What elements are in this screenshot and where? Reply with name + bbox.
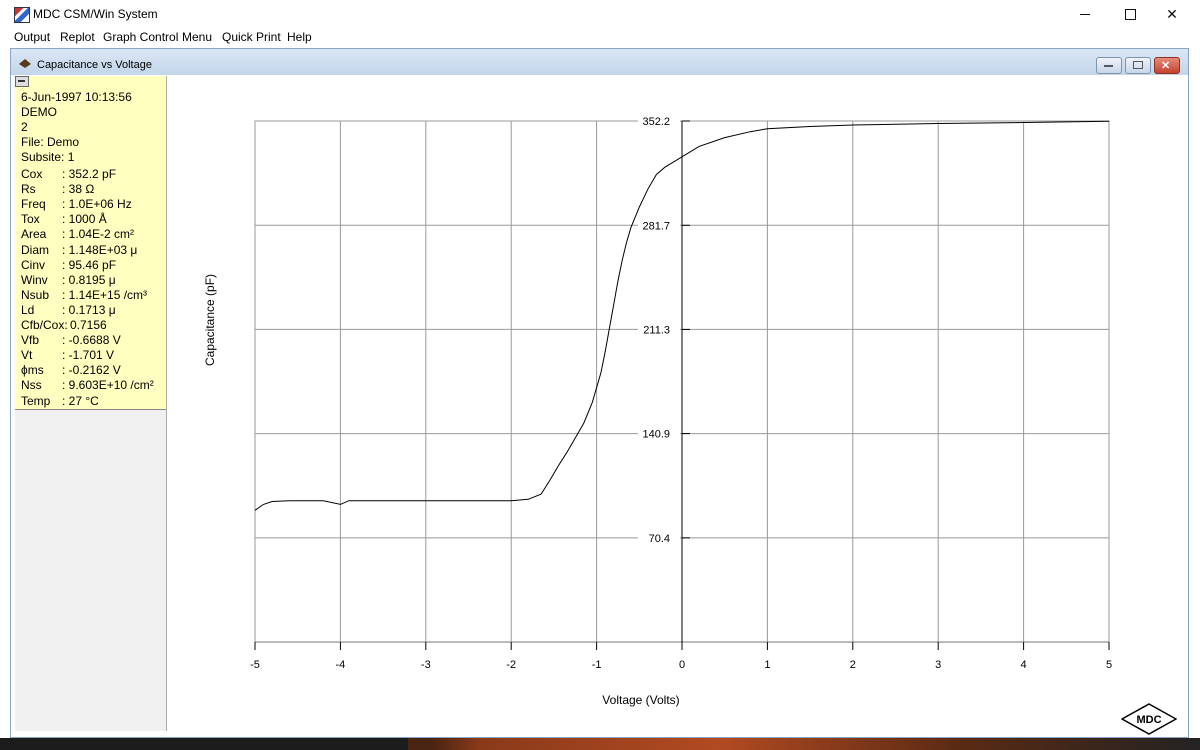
param-name: Diam: [21, 242, 50, 257]
maximize-button[interactable]: [1107, 0, 1153, 28]
param-name: Nsub: [21, 287, 50, 302]
param-value: : 38 Ω: [62, 182, 95, 197]
info-datetime: 6-Jun-1997 10:13:56: [21, 90, 132, 104]
param-value: : 352.2 pF: [62, 167, 117, 181]
window-title: MDC CSM/Win System: [33, 7, 158, 21]
menu-output[interactable]: Output: [14, 30, 50, 44]
x-tick-label: 2: [850, 659, 856, 671]
maximize-icon: [1124, 8, 1136, 20]
info-file: File: Demo: [21, 135, 80, 149]
x-tick-label: -5: [250, 659, 260, 671]
param-value: : 9.603E+10 /cm²: [62, 378, 154, 393]
menu-help[interactable]: Help: [287, 30, 312, 44]
param-value: : 1.14E+15 /cm³: [62, 287, 148, 302]
x-tick-label: -2: [506, 659, 516, 671]
param-value: : 1000 Å: [62, 212, 107, 227]
info-subsite: Subsite: 1: [21, 150, 75, 164]
child-close-button[interactable]: ✕: [1154, 57, 1180, 74]
param-name: Cfb/Cox:: [21, 318, 68, 332]
param-name: Cinv: [21, 257, 46, 272]
content-area: 6-Jun-1997 10:13:56 DEMO 2 File: Demo Su…: [11, 75, 1188, 737]
app-icon: [14, 7, 30, 23]
param-value: 0.7156: [70, 318, 107, 332]
x-tick-label: 0: [679, 659, 685, 671]
menu-replot[interactable]: Replot: [60, 30, 95, 44]
x-axis-label: Voltage (Volts): [602, 693, 679, 707]
param-value: : 1.04E-2 cm²: [62, 227, 135, 242]
close-button[interactable]: ✕: [1149, 0, 1195, 28]
close-icon: ✕: [1166, 5, 1178, 22]
param-name: Area: [21, 227, 47, 242]
title-bar: MDC CSM/Win System ✕: [0, 0, 1200, 28]
taskbar-strip: [0, 738, 1200, 750]
y-tick-label: 352.2: [642, 116, 670, 128]
collapse-button[interactable]: [15, 76, 29, 87]
param-value: : -1.701 V: [62, 348, 115, 363]
param-name: Nss: [21, 378, 42, 393]
y-tick-label: 70.4: [649, 533, 670, 545]
param-name: ϕms: [21, 363, 44, 378]
menu-bar: Output Replot Graph Control Menu Quick P…: [0, 28, 1200, 46]
child-title-bar: Capacitance vs Voltage ✕: [11, 49, 1188, 75]
x-tick-label: -3: [421, 659, 431, 671]
info-id: 2: [21, 120, 28, 134]
measurement-info: 6-Jun-1997 10:13:56 DEMO 2 File: Demo Su…: [15, 76, 166, 167]
param-value: : 0.8195 μ: [62, 272, 116, 287]
param-name: Temp: [21, 393, 51, 408]
param-value: : 27 °C: [62, 393, 99, 408]
info-sidebar: 6-Jun-1997 10:13:56 DEMO 2 File: Demo Su…: [15, 76, 167, 731]
info-name: DEMO: [21, 105, 57, 119]
menu-graph-control[interactable]: Graph Control: [103, 30, 178, 44]
param-value: : -0.6688 V: [62, 333, 121, 348]
param-name: Vfb: [21, 333, 40, 348]
mdc-logo: MDC: [1121, 703, 1177, 735]
param-name: Rs: [21, 182, 36, 197]
param-name: Ld: [21, 302, 35, 317]
menu-quick-print[interactable]: Quick Print: [222, 30, 281, 44]
y-axis-label: Capacitance (pF): [203, 274, 217, 366]
x-tick-label: -1: [592, 659, 602, 671]
child-minimize-button[interactable]: [1096, 57, 1122, 74]
param-name: Freq: [21, 197, 46, 212]
param-value: : 95.46 pF: [62, 257, 117, 272]
child-restore-button[interactable]: [1125, 57, 1151, 74]
param-name: Vt: [21, 348, 33, 363]
menu-menu[interactable]: Menu: [182, 30, 212, 44]
param-value: : 0.1713 μ: [62, 302, 116, 317]
mdc-logo-text: MDC: [1136, 714, 1161, 726]
restore-icon: [1133, 61, 1143, 69]
param-value: : 1.148E+03 μ: [62, 242, 138, 257]
minimize-button[interactable]: [1062, 0, 1108, 28]
param-value: : 1.0E+06 Hz: [62, 197, 132, 212]
child-window-title: Capacitance vs Voltage: [37, 59, 152, 71]
parameters-list: Cox : 352.2 pF Rs : 38 Ω Freq : 1.0E+06 Hz Tox…: [15, 166, 166, 410]
x-tick-label: 4: [1021, 659, 1027, 671]
close-icon: ✕: [1161, 60, 1171, 72]
param-value: : -0.2162 V: [62, 363, 121, 378]
chart-child-window: Capacitance vs Voltage ✕ 6-Jun-1997 10:1…: [10, 48, 1189, 738]
x-tick-label: 3: [935, 659, 941, 671]
x-tick-label: -4: [336, 659, 346, 671]
minimize-icon: [1104, 65, 1113, 67]
param-name: Tox: [21, 212, 40, 227]
param-name: Cox: [21, 167, 43, 181]
y-tick-label: 281.7: [642, 220, 670, 232]
param-name: Winv: [21, 272, 48, 287]
x-tick-label: 5: [1106, 659, 1112, 671]
minimize-icon: [1080, 13, 1090, 15]
x-tick-label: 1: [764, 659, 770, 671]
y-tick-label: 140.9: [642, 429, 670, 441]
y-tick-label: 211.3: [643, 324, 670, 336]
cv-chart: -5 -4 -3 -2 -1 0 1 2 3 4 5 70.4 140.9 211.3 281.7 352.2…: [203, 114, 1112, 707]
